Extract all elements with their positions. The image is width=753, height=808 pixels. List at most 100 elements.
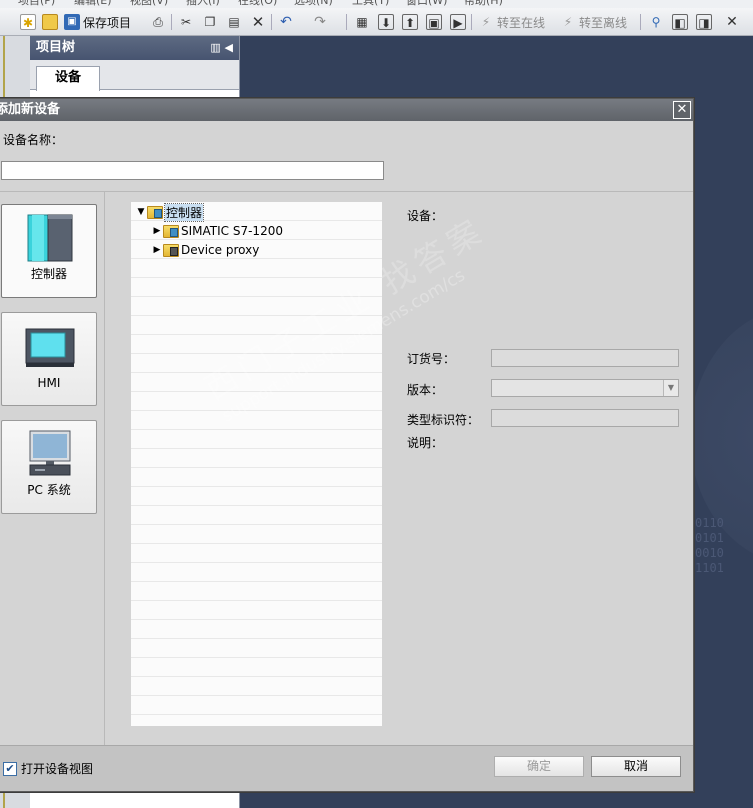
toolbar-separator [346, 14, 347, 30]
dialog-footer: ✔ 打开设备视图 确定 取消 [0, 745, 693, 791]
toolbar-separator [640, 14, 641, 30]
upload-icon: ⬆ [402, 14, 418, 30]
runtime-button[interactable]: ▶ [450, 13, 466, 31]
version-dropdown[interactable]: ▼ [491, 379, 679, 397]
split-vertical-button[interactable]: ◧ [672, 13, 688, 31]
collapse-panel-icon[interactable]: ▥ ◀ [210, 36, 233, 60]
go-online-icon: ⚡ [481, 15, 491, 29]
undo-icon: ↶ [280, 14, 292, 30]
category-hmi-button[interactable]: HMI [1, 312, 97, 406]
chevron-down-icon: ▼ [663, 380, 678, 396]
redo-icon: ↷ [314, 14, 326, 30]
open-device-view-checkbox[interactable]: ✔ 打开设备视图 [3, 760, 93, 777]
project-tree-tabs: 设备 [30, 60, 239, 91]
redo-button[interactable]: ↷ [312, 13, 328, 31]
cancel-button[interactable]: 取消 [591, 756, 681, 777]
close-icon: ✕ [726, 14, 738, 30]
type-identifier-label: 类型标识符： [407, 413, 480, 427]
description-label: 说明： [407, 436, 444, 450]
compile-icon: ▦ [356, 15, 368, 29]
copy-button[interactable]: ❐ [202, 13, 218, 31]
save-project-button[interactable]: ▣ 保存项目 [64, 13, 131, 31]
category-pc-system-label: PC 系统 [27, 483, 71, 497]
background-binary-graphic: 0110 0101 0010 1101 [695, 516, 724, 575]
category-hmi-label: HMI [37, 376, 61, 390]
download-icon: ⬇ [378, 14, 394, 30]
ok-button[interactable]: 确定 [494, 756, 584, 777]
go-offline-label: 转至离线 [579, 15, 628, 30]
menu-project[interactable]: 项目(P) [18, 0, 55, 8]
upload-button[interactable]: ⬆ [402, 13, 418, 31]
print-button[interactable]: ⎙ [150, 13, 166, 31]
tree-node-s7-1200[interactable]: ▶ SIMATIC S7-1200 [151, 222, 283, 240]
plc-icon [27, 214, 73, 262]
category-controller-button[interactable]: 控制器 [1, 204, 97, 298]
menu-options[interactable]: 选项(N) [294, 0, 333, 8]
runtime-icon: ▶ [450, 14, 466, 30]
menu-tools[interactable]: 工具(T) [352, 0, 389, 8]
go-offline-button[interactable]: ⚡ 转至离线 [560, 13, 627, 31]
pc-system-icon [29, 430, 71, 476]
paste-icon: ▤ [228, 15, 240, 29]
new-project-button[interactable]: ✱ [20, 13, 36, 31]
undo-button[interactable]: ↶ [278, 13, 294, 31]
folder-proxy-icon [163, 243, 179, 257]
toolbar-separator [271, 14, 272, 30]
menu-window[interactable]: 窗口(W) [406, 0, 447, 8]
expand-right-icon[interactable]: ▶ [151, 226, 163, 236]
menu-edit[interactable]: 编辑(E) [74, 0, 112, 8]
menu-help[interactable]: 帮助(H) [464, 0, 503, 8]
start-simulation-button[interactable]: ▣ [426, 13, 442, 31]
print-icon: ⎙ [153, 15, 163, 29]
menu-insert[interactable]: 插入(I) [186, 0, 220, 8]
tree-node-device-proxy[interactable]: ▶ Device proxy [151, 241, 260, 259]
expand-down-icon[interactable]: ▼ [135, 207, 147, 217]
open-project-button[interactable] [42, 13, 58, 31]
split-horizontal-button[interactable]: ◨ [696, 13, 712, 31]
accessible-devices-button[interactable]: ⚲ [648, 13, 664, 31]
device-catalog-tree: ▼ 控制器 ▶ SIMATIC S7-1200 ▶ Device proxy [131, 202, 382, 726]
tree-node-label: 控制器 [163, 202, 205, 222]
tree-node-label: SIMATIC S7-1200 [181, 224, 283, 238]
scissors-icon: ✂ [180, 15, 192, 29]
go-online-button[interactable]: ⚡ 转至在线 [478, 13, 545, 31]
device-category-column: 控制器 HMI PC 系统 [0, 192, 105, 745]
simulation-icon: ▣ [426, 14, 442, 30]
folder-device-icon [163, 224, 179, 238]
menu-online[interactable]: 在线(O) [238, 0, 277, 8]
open-device-view-label: 打开设备视图 [21, 762, 94, 776]
delete-icon: ✕ [251, 13, 265, 31]
go-offline-icon: ⚡ [563, 15, 573, 29]
compile-button[interactable]: ▦ [354, 13, 370, 31]
project-tree-title: 项目树 [36, 40, 76, 55]
device-label: 设备： [407, 209, 444, 223]
hmi-panel-icon [25, 328, 75, 367]
tab-devices[interactable]: 设备 [36, 66, 100, 91]
device-name-input[interactable] [1, 161, 384, 180]
tree-node-label: Device proxy [181, 243, 260, 257]
tree-node-controller[interactable]: ▼ 控制器 [135, 202, 205, 222]
version-label: 版本： [407, 383, 444, 397]
download-button[interactable]: ⬇ [378, 13, 394, 31]
toolbar-separator [171, 14, 172, 30]
project-tree-header: 项目树 ▥ ◀ [30, 36, 239, 60]
device-name-label: 设备名称： [3, 133, 64, 147]
expand-right-icon[interactable]: ▶ [151, 245, 163, 255]
toolbar-separator [471, 14, 472, 30]
category-pc-system-button[interactable]: PC 系统 [1, 420, 97, 514]
split-horizontal-icon: ◨ [696, 14, 712, 30]
add-new-device-dialog: 添加新设备 ✕ 设备名称： 控制器 HMI PC 系统 ▼ 控制器 ▶ SIMA… [0, 98, 694, 792]
close-editor-button[interactable]: ✕ [724, 13, 740, 31]
cut-button[interactable]: ✂ [178, 13, 194, 31]
accessible-devices-icon: ⚲ [651, 15, 661, 29]
menu-bar: 项目(P) 编辑(E) 视图(V) 插入(I) 在线(O) 选项(N) 工具(T… [0, 0, 753, 8]
dialog-close-button[interactable]: ✕ [673, 101, 691, 119]
delete-button[interactable]: ✕ [250, 13, 266, 31]
close-icon: ✕ [676, 102, 688, 117]
go-online-label: 转至在线 [497, 15, 546, 30]
paste-button[interactable]: ▤ [226, 13, 242, 31]
menu-view[interactable]: 视图(V) [130, 0, 168, 8]
split-vertical-icon: ◧ [672, 14, 688, 30]
open-folder-icon [42, 14, 58, 30]
new-file-icon: ✱ [20, 14, 36, 30]
